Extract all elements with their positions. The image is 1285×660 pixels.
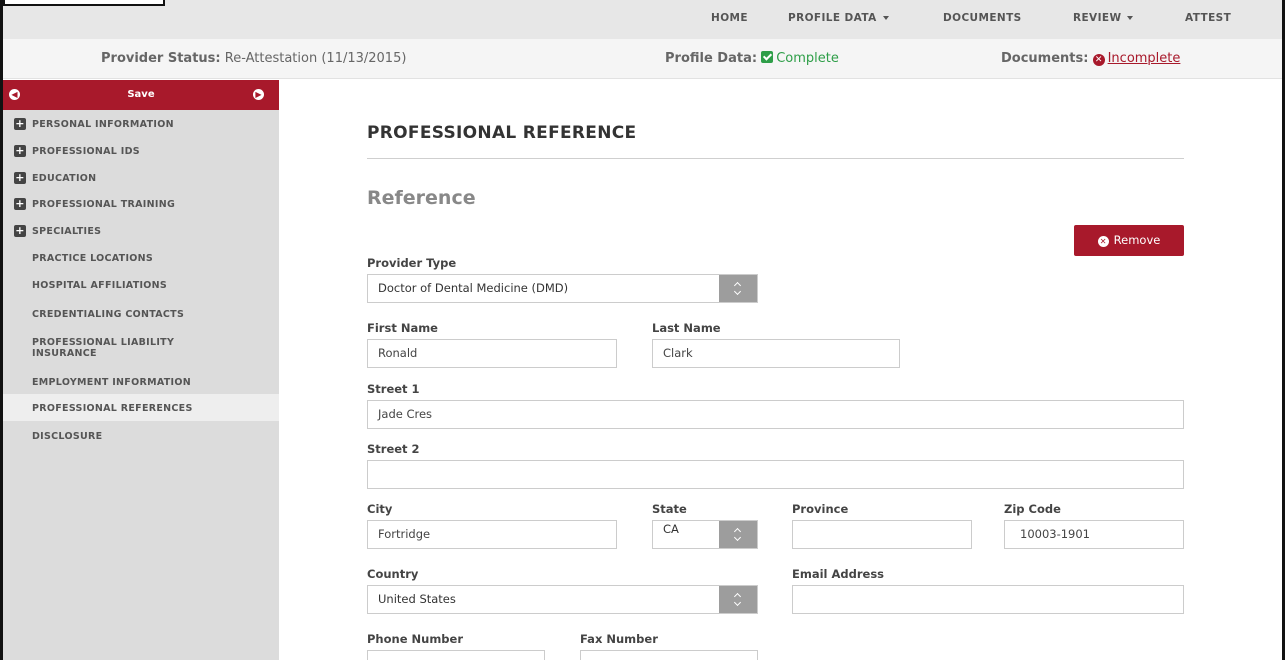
nav-home-label: HOME [711,12,748,24]
plus-icon[interactable]: + [14,118,26,130]
state-select[interactable]: CA [652,520,758,549]
logo[interactable] [3,0,165,6]
provider-type-select[interactable]: Doctor of Dental Medicine (DMD) [367,274,758,303]
caret-down-icon [882,16,889,20]
main-content: PROFESSIONAL REFERENCE Reference ✕ Remove… [279,80,1282,660]
sidebar-item-label: SPECIALTIES [32,226,102,237]
documents-status-link[interactable]: Incomplete [1108,51,1181,66]
sidebar-item-disclosure[interactable]: DISCLOSURE [3,430,279,444]
x-circle-icon: ✕ [1092,54,1105,66]
country-value: United States [378,592,456,606]
email-label: Email Address [792,567,885,581]
city-field[interactable]: Fortridge [367,520,617,549]
sidebar-item-employment-information[interactable]: EMPLOYMENT INFORMATION [3,376,279,390]
street2-field[interactable] [367,460,1184,489]
page-title: PROFESSIONAL REFERENCE [367,123,637,143]
profile-data-status-label: Profile Data: [665,51,758,66]
remove-button-label: Remove [1113,233,1161,247]
section-subtitle: Reference [367,187,476,209]
provider-status-value: Re-Attestation (11/13/2015) [224,51,407,66]
x-circle-icon: ✕ [1097,236,1109,247]
province-field[interactable] [792,520,972,549]
sidebar-item-professional-liability-insurance[interactable]: PROFESSIONAL LIABILITY INSURANCE [3,336,279,362]
sidebar-item-label: PERSONAL INFORMATION [32,119,174,130]
documents-status-label: Documents: [1001,51,1089,66]
province-label: Province [792,502,849,516]
status-bar: Provider Status: Re-Attestation (11/13/2… [3,39,1282,79]
sidebar-item-label: CREDENTIALING CONTACTS [32,309,185,320]
nav-review[interactable]: REVIEW [1073,12,1134,24]
street2-label: Street 2 [367,442,420,456]
sidebar: ◀ Save ▶ + PERSONAL INFORMATION + PROFES… [3,80,279,660]
select-arrows-icon [719,521,757,548]
street1-label: Street 1 [367,382,420,396]
phone-number-label: Phone Number [367,632,464,646]
plus-icon[interactable]: + [14,145,26,157]
provider-status-label: Provider Status: [101,51,221,66]
phone-number-field[interactable] [367,650,545,660]
fax-number-label: Fax Number [580,632,658,646]
nav-documents-label: DOCUMENTS [943,12,1022,24]
zip-code-field[interactable]: 10003-1901 [1004,520,1184,549]
profile-data-status: Profile Data: Complete [665,51,839,66]
sidebar-item-specialties[interactable]: + SPECIALTIES [3,225,279,239]
sidebar-item-label: PROFESSIONAL LIABILITY INSURANCE [32,337,175,359]
email-field[interactable] [792,585,1184,614]
top-nav: HOME PROFILE DATA DOCUMENTS REVIEW ATTES… [3,0,1282,39]
check-icon [761,51,774,63]
city-label: City [367,502,393,516]
street1-field[interactable]: Jade Cres [367,400,1184,429]
state-label: State [652,502,687,516]
first-name-field[interactable]: Ronald [367,339,617,368]
zip-code-label: Zip Code [1004,502,1061,516]
sidebar-item-professional-training[interactable]: + PROFESSIONAL TRAINING [3,198,279,212]
sidebar-item-label: PRACTICE LOCATIONS [32,253,154,264]
sidebar-item-practice-locations[interactable]: PRACTICE LOCATIONS [3,252,279,266]
profile-data-status-value: Complete [776,51,839,66]
sidebar-item-label: PROFESSIONAL TRAINING [32,199,176,210]
nav-review-label: REVIEW [1073,12,1122,24]
select-arrows-icon [719,586,757,613]
caret-down-icon [1127,16,1134,20]
app-frame: HOME PROFILE DATA DOCUMENTS REVIEW ATTES… [0,0,1285,660]
sidebar-item-personal-information[interactable]: + PERSONAL INFORMATION [3,118,279,132]
arrow-right-icon[interactable]: ▶ [253,89,264,100]
sidebar-item-credentialing-contacts[interactable]: CREDENTIALING CONTACTS [3,308,279,322]
country-select[interactable]: United States [367,585,758,614]
documents-status: Documents: ✕ Incomplete [1001,51,1180,66]
remove-button[interactable]: ✕ Remove [1074,225,1184,256]
sidebar-item-label: PROFESSIONAL REFERENCES [32,403,193,414]
save-bar: ◀ Save ▶ [3,80,279,110]
divider [367,158,1184,159]
select-arrows-icon [719,275,757,302]
sidebar-item-label: HOSPITAL AFFILIATIONS [32,280,168,291]
country-label: Country [367,567,419,581]
sidebar-item-hospital-affiliations[interactable]: HOSPITAL AFFILIATIONS [3,279,279,293]
sidebar-item-label: PROFESSIONAL IDS [32,146,140,157]
first-name-label: First Name [367,321,438,335]
nav-home[interactable]: HOME [711,12,748,24]
last-name-label: Last Name [652,321,721,335]
nav-attest[interactable]: ATTEST [1185,12,1231,24]
plus-icon[interactable]: + [14,172,26,184]
provider-type-label: Provider Type [367,256,457,270]
last-name-field[interactable]: Clark [652,339,900,368]
nav-profile-data[interactable]: PROFILE DATA [788,12,889,24]
sidebar-item-label: DISCLOSURE [32,431,103,442]
nav-documents[interactable]: DOCUMENTS [943,12,1022,24]
fax-number-field[interactable] [580,650,758,660]
state-value: CA [663,522,679,536]
plus-icon[interactable]: + [14,198,26,210]
sidebar-item-professional-references[interactable]: PROFESSIONAL REFERENCES [3,394,279,421]
sidebar-item-professional-ids[interactable]: + PROFESSIONAL IDS [3,145,279,159]
sidebar-item-label: EDUCATION [32,173,97,184]
sidebar-item-education[interactable]: + EDUCATION [3,172,279,186]
plus-icon[interactable]: + [14,225,26,237]
provider-status: Provider Status: Re-Attestation (11/13/2… [101,51,406,66]
nav-profile-data-label: PROFILE DATA [788,12,877,24]
provider-type-value: Doctor of Dental Medicine (DMD) [378,281,569,295]
nav-attest-label: ATTEST [1185,12,1232,24]
sidebar-item-label: EMPLOYMENT INFORMATION [32,377,191,388]
save-button[interactable]: Save [3,89,279,100]
